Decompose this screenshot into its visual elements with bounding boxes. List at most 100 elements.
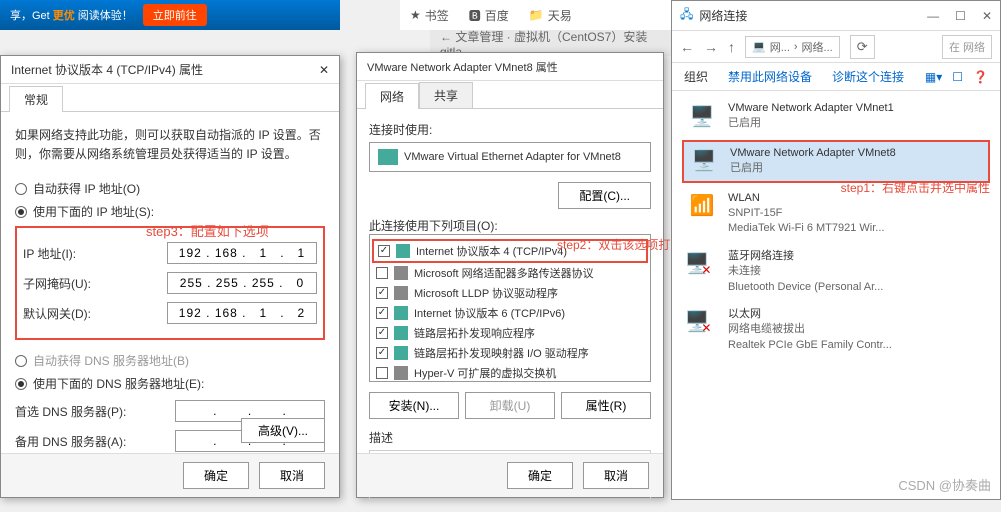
close-icon[interactable]: ✕ [319,63,329,77]
network-connections-window: 🖧 网络连接 — ☐ ✕ ← → ↑ 💻 网... › 网络... ⟳ 在 网络… [671,0,1001,500]
protocol-icon [394,306,408,320]
ipv4-properties-dialog: Internet 协议版本 4 (TCP/IPv4) 属性 ✕ 常规 如果网络支… [0,55,340,498]
minimize-icon[interactable]: — [927,9,939,23]
organize-menu[interactable]: 组织 [684,68,708,85]
step1-annotation: step1：右键点击并选中属性 [841,179,990,196]
radio-icon [15,183,27,195]
network-icon: 🖧 [680,5,693,26]
breadcrumb[interactable]: 💻 网... › 网络... [745,36,840,58]
bookmark-item[interactable]: 🅱百度 [469,7,509,24]
baidu-icon: 🅱 [469,7,481,24]
tab-network[interactable]: 网络 [365,83,419,109]
protocol-list[interactable]: Internet 协议版本 4 (TCP/IPv4) Microsoft 网络适… [369,234,651,382]
back-icon[interactable]: ← [680,39,694,55]
maximize-icon[interactable]: ☐ [955,9,966,23]
banner-highlight: 更优 [53,7,75,23]
cancel-button[interactable]: 取消 [583,462,649,489]
uninstall-button: 卸载(U) [465,392,555,419]
disable-device-link[interactable]: 禁用此网络设备 [728,68,812,85]
forward-icon[interactable]: → [704,39,718,55]
connect-using-label: 连接时使用: [369,121,651,138]
connection-item[interactable]: 🖥️✕ 以太网网络电缆被拔出Realtek PCIe GbE Family Co… [672,301,1000,359]
radio-auto-ip[interactable]: 自动获得 IP 地址(O) [15,180,325,197]
adapter-properties-dialog: VMware Network Adapter VMnet8 属性 网络 共享 连… [356,52,664,498]
dialog-titlebar: VMware Network Adapter VMnet8 属性 [357,53,663,81]
dialog-title-text: VMware Network Adapter VMnet8 属性 [367,59,558,75]
step3-annotation: step3：配置如下选项 [146,221,269,240]
banner-go-button[interactable]: 立即前往 [143,4,207,26]
mask-input[interactable] [167,272,317,294]
tab-sharing[interactable]: 共享 [419,82,473,109]
dialog-titlebar: Internet 协议版本 4 (TCP/IPv4) 属性 ✕ [1,56,339,84]
bookmark-item[interactable]: ★书签 [410,7,449,24]
bookmark-item[interactable]: 📁天易 [529,7,572,24]
items-label: 此连接使用下列项目(O): [369,217,498,234]
protocol-icon [394,366,408,380]
ethernet-icon: 🖥️✕ [684,307,720,337]
search-input[interactable]: 在 网络 [942,35,992,59]
banner-text: 享，Get [10,7,50,23]
watermark: CSDN @协奏曲 [898,475,991,494]
list-item[interactable]: Microsoft LLDP 协议驱动程序 [372,283,648,303]
install-button[interactable]: 安装(N)... [369,392,459,419]
toolbar: ← → ↑ 💻 网... › 网络... ⟳ 在 网络 [672,31,1000,63]
gateway-input[interactable] [167,302,317,324]
wifi-icon: 📶 [684,191,720,221]
ip-config-highlight: IP 地址(I): 子网掩码(U): 默认网关(D): [15,226,325,340]
adapter-name: VMware Virtual Ethernet Adapter for VMne… [404,151,621,163]
connection-item[interactable]: 🖥️ VMware Network Adapter VMnet1已启用 [672,95,1000,138]
promo-banner: 享，Get 更优 阅读体验！ 立即前往 [0,0,340,30]
banner-text2: 阅读体验！ [78,7,133,23]
connection-item[interactable]: 🖥️✕ 蓝牙网络连接未连接Bluetooth Device (Personal … [672,243,1000,301]
list-item[interactable]: 链路层拓扑发现映射器 I/O 驱动程序 [372,343,648,363]
help-icon[interactable]: ❓ [973,70,988,84]
up-icon[interactable]: ↑ [728,39,735,55]
radio-use-ip[interactable]: 使用下面的 IP 地址(S): [15,203,325,220]
star-icon: ★ [410,8,421,22]
adapter-icon: 🖥️ [684,101,720,131]
protocol-icon [394,326,408,340]
ip-input[interactable] [167,242,317,264]
list-item[interactable]: Hyper-V 可扩展的虚拟交换机 [372,363,648,383]
checkbox-icon [376,367,388,379]
view-icon[interactable]: ▦▾ [925,70,942,84]
radio-auto-dns: 自动获得 DNS 服务器地址(B) [15,352,325,369]
bluetooth-icon: 🖥️✕ [684,249,720,279]
step2-annotation: step2：双击该选项打开 [557,236,682,253]
protocol-icon [394,346,408,360]
window-titlebar: 🖧 网络连接 — ☐ ✕ [672,1,1000,31]
tab-general[interactable]: 常规 [9,86,63,112]
command-bar: 组织 禁用此网络设备 诊断这个连接 ▦▾ ☐ ❓ [672,63,1000,91]
connection-item-selected[interactable]: 🖥️ VMware Network Adapter VMnet8已启用 [682,140,990,183]
list-item[interactable]: Microsoft 网络适配器多路传送器协议 [372,263,648,283]
checkbox-icon [376,267,388,279]
list-item[interactable]: 链路层拓扑发现响应程序 [372,323,648,343]
adapter-name-box: VMware Virtual Ethernet Adapter for VMne… [369,142,651,172]
advanced-button[interactable]: 高级(V)... [241,418,325,443]
configure-button[interactable]: 配置(C)... [558,182,651,209]
dns1-label: 首选 DNS 服务器(P): [15,403,126,420]
diagnose-link[interactable]: 诊断这个连接 [832,68,904,85]
radio-icon [15,206,27,218]
dialog-title-text: Internet 协议版本 4 (TCP/IPv4) 属性 [11,61,203,78]
ok-button[interactable]: 确定 [183,462,249,489]
protocol-icon [396,244,410,258]
checkbox-icon [376,327,388,339]
description-label: 描述 [369,429,651,446]
properties-button[interactable]: 属性(R) [561,392,651,419]
close-icon[interactable]: ✕ [982,9,992,23]
list-item[interactable]: Internet 协议版本 6 (TCP/IPv6) [372,303,648,323]
protocol-icon [394,266,408,280]
tab-bar: 网络 共享 [357,81,663,109]
cancel-button[interactable]: 取消 [259,462,325,489]
connection-list: 🖥️ VMware Network Adapter VMnet1已启用 🖥️ V… [672,91,1000,363]
protocol-icon [394,286,408,300]
details-icon[interactable]: ☐ [952,70,963,84]
radio-use-dns[interactable]: 使用下面的 DNS 服务器地址(E): [15,375,325,392]
ip-label: IP 地址(I): [23,245,76,262]
refresh-icon[interactable]: ⟳ [850,35,875,59]
ok-button[interactable]: 确定 [507,462,573,489]
bookmark-bar: ★书签 🅱百度 📁天易 [400,0,671,30]
checkbox-icon [376,307,388,319]
checkbox-icon [376,347,388,359]
